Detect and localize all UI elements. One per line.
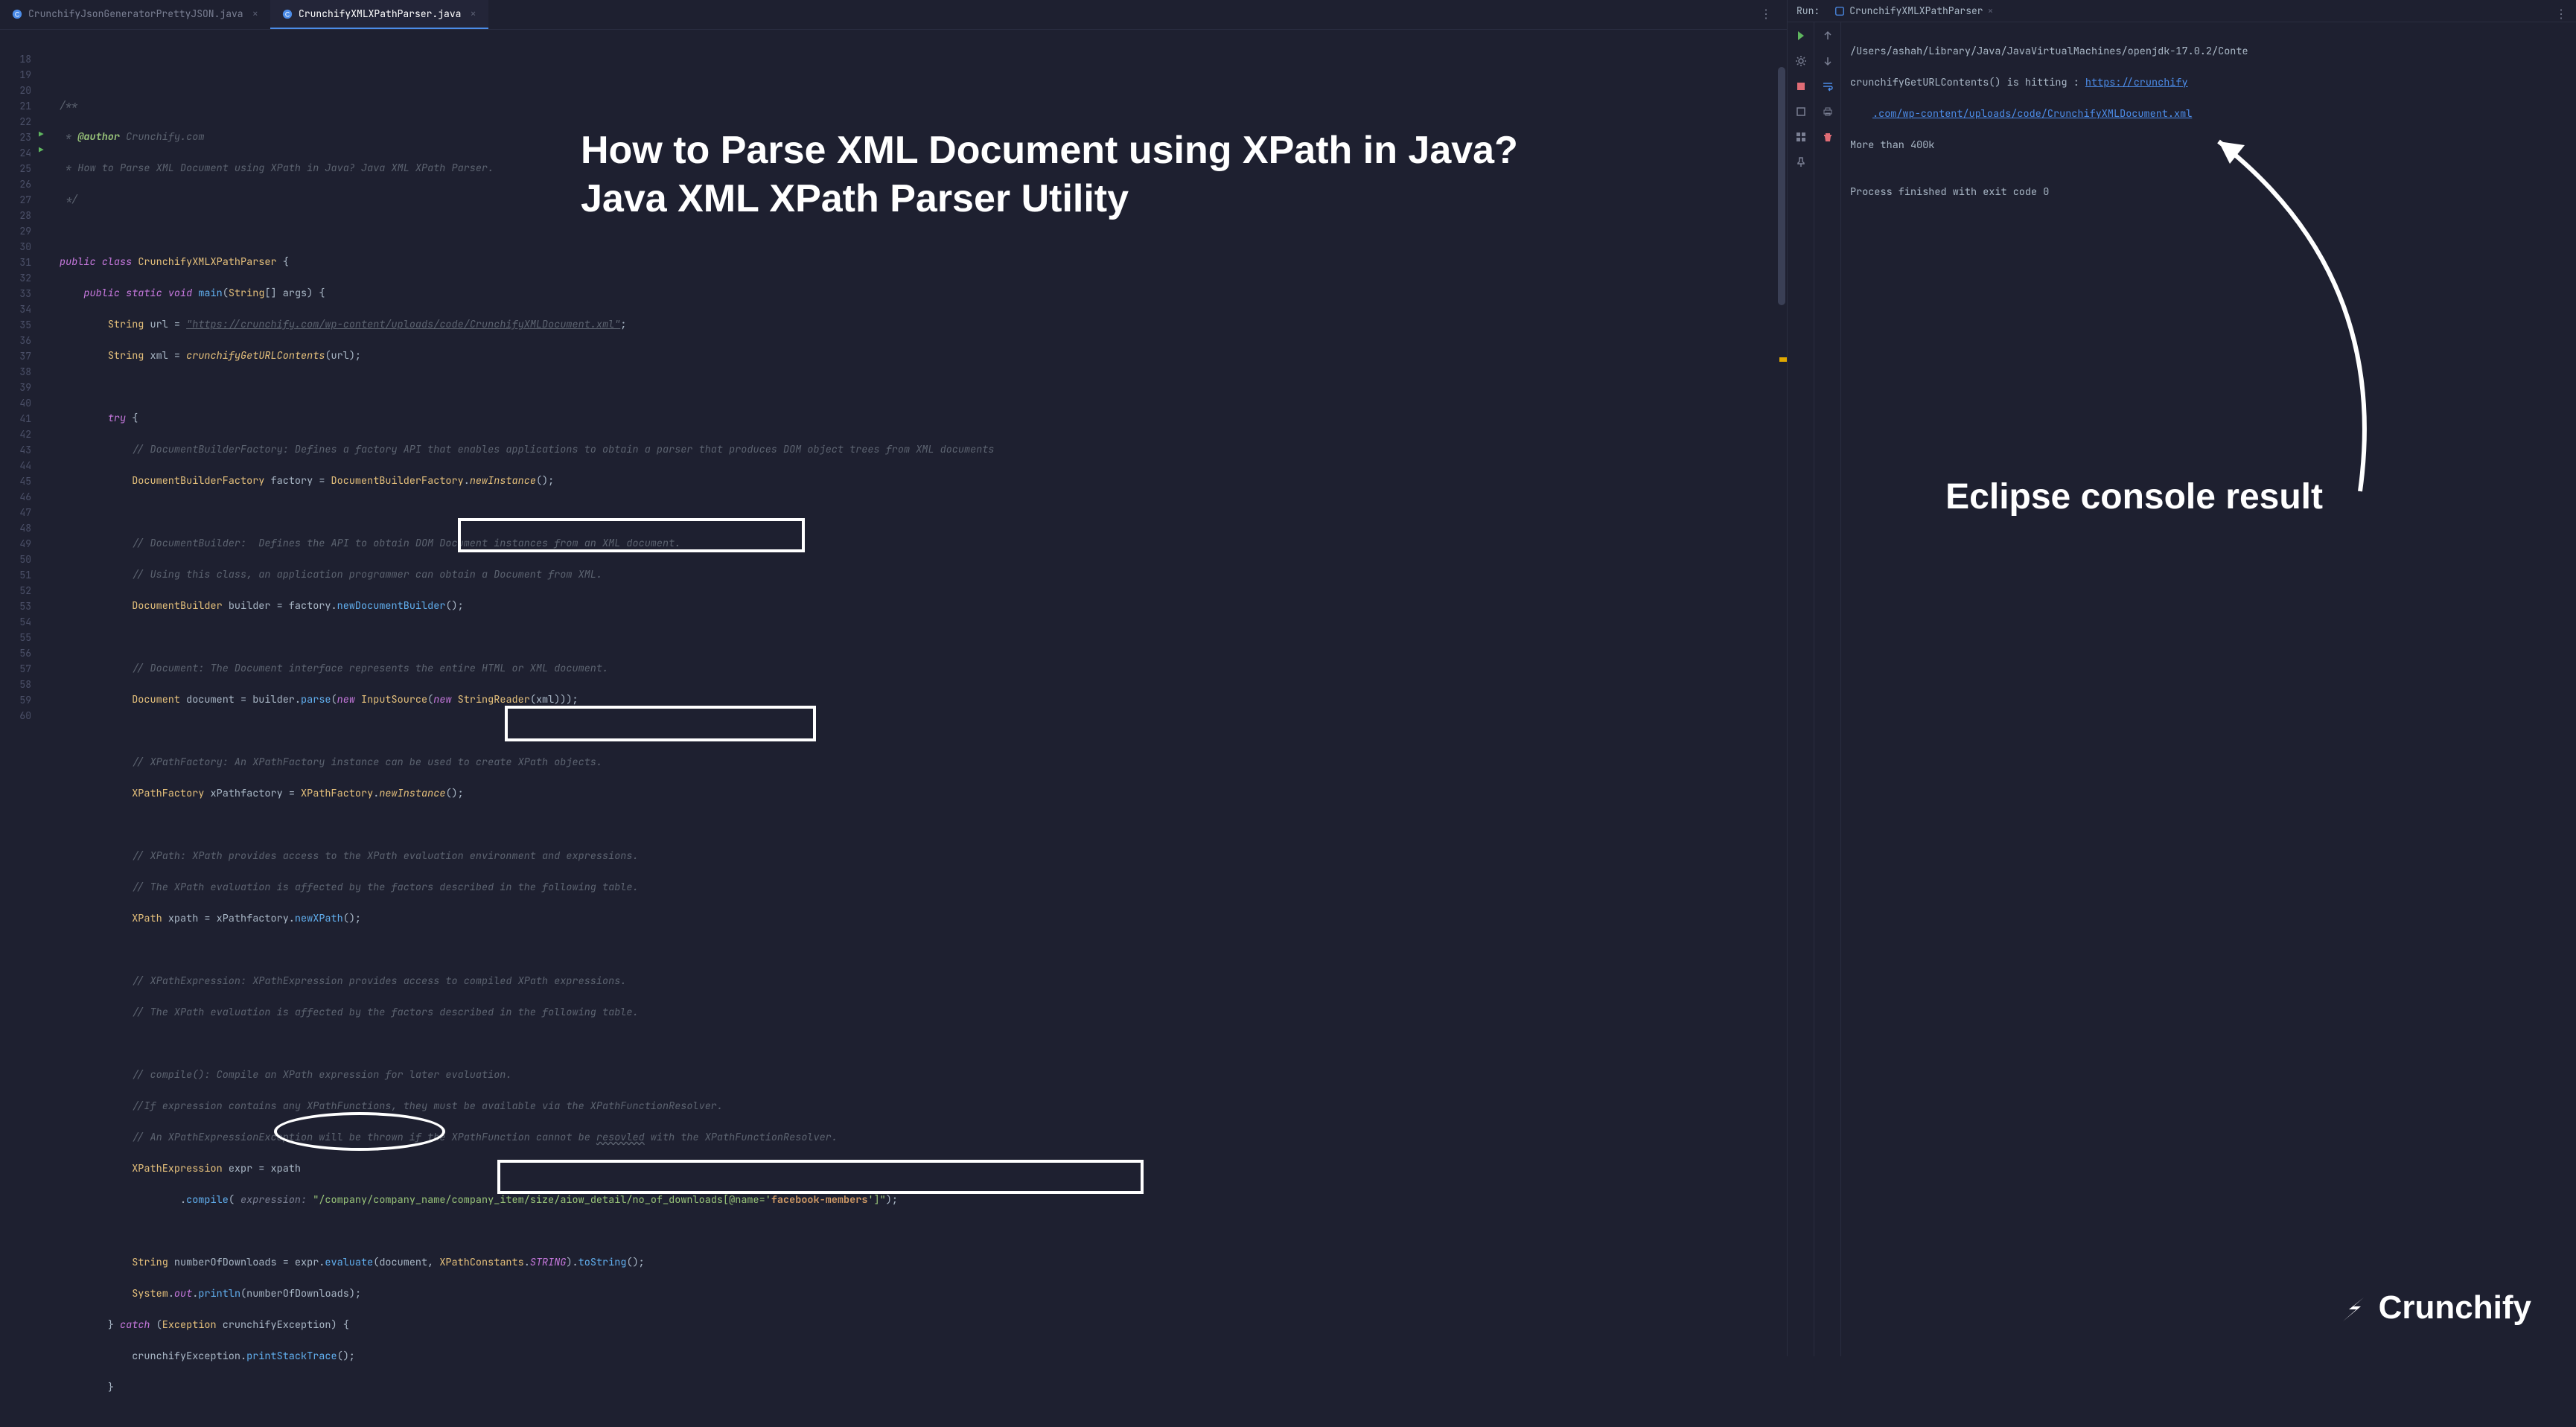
tab-menu-icon[interactable]: ⋮ [1760,6,1772,22]
run-label: Run: [1796,4,1820,17]
console-line: crunchifyGetURLContents() is hitting : [1850,76,2085,89]
close-icon[interactable]: × [252,7,258,21]
print-icon[interactable] [1822,106,1834,118]
editor-scrollbar[interactable] [1776,30,1787,1356]
console-line: /Users/ashah/Library/Java/JavaVirtualMac… [1850,44,2567,60]
run-main-icon[interactable]: ▶ [39,145,44,156]
java-class-icon: C [282,9,293,19]
stop-icon[interactable] [1795,80,1807,92]
tab-file-2[interactable]: C CrunchifyXMLXPathParser.java × [270,0,488,29]
tab-file-1[interactable]: C CrunchifyJsonGeneratorPrettyJSON.java … [0,0,270,29]
crunchify-logo: Crunchify [2336,1289,2531,1327]
tab-label: CrunchifyJsonGeneratorPrettyJSON.java [28,7,243,20]
run-menu-icon[interactable]: ⋮ [2555,6,2567,22]
console-link[interactable]: https://crunchify [2085,76,2188,89]
run-config-icon [1834,6,1845,16]
logo-icon [2336,1290,2371,1326]
java-class-icon: C [12,9,22,19]
annotation-arrow [1802,127,2397,514]
scrollbar-thumb[interactable] [1778,67,1785,305]
svg-text:C: C [285,10,290,18]
tab-label: CrunchifyXMLXPathParser.java [299,7,461,20]
console-link[interactable]: .com/wp-content/uploads/code/CrunchifyXM… [1850,106,2567,122]
soft-wrap-icon[interactable] [1822,80,1834,92]
line-gutter: 1819202122232425262728293031323334353637… [0,30,37,1356]
rerun-icon[interactable] [1795,30,1807,42]
settings-icon[interactable] [1795,55,1807,67]
run-config-tab[interactable]: CrunchifyXMLXPathParser × [1829,4,1999,17]
run-class-icon[interactable]: ▶ [39,130,44,140]
svg-text:C: C [15,10,19,18]
run-config-label: CrunchifyXMLXPathParser [1849,4,1983,17]
gutter-icons: ▶ ▶ [37,30,52,1356]
close-icon[interactable]: × [1988,4,1994,17]
dump-icon[interactable] [1795,106,1807,118]
run-header: Run: CrunchifyXMLXPathParser × ⋮ [1788,0,2576,22]
scrollbar-warning-mark[interactable] [1779,357,1787,362]
annotation-label: Eclipse console result [1945,476,2323,517]
scroll-down-icon[interactable] [1822,55,1834,67]
scroll-up-icon[interactable] [1822,30,1834,42]
overlay-title: How to Parse XML Document using XPath in… [581,127,1518,223]
close-icon[interactable]: × [470,7,476,21]
